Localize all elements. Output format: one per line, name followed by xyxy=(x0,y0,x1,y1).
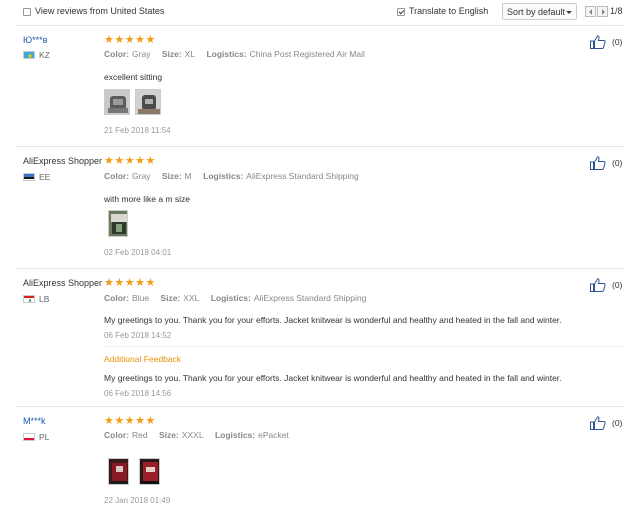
reviewer-name[interactable]: AliExpress Shopper xyxy=(23,156,102,166)
country-code: PL xyxy=(39,432,50,442)
additional-feedback-date: 06 Feb 2018 14:56 xyxy=(104,389,172,398)
review-item: M***k PL ★★★★★ Color: Red Size: XXXL Logis… xyxy=(16,407,624,513)
thumbs-up-icon xyxy=(590,156,606,170)
size-key: Size: xyxy=(160,293,181,303)
chevron-right-icon xyxy=(602,9,605,15)
size-key: Size: xyxy=(161,171,182,181)
prev-page-button[interactable] xyxy=(585,6,596,17)
rating-stars: ★★★★★ xyxy=(104,155,156,167)
review-date: 22 Jan 2018 01:49 xyxy=(104,496,171,505)
view-local-label[interactable]: View reviews from United States xyxy=(35,6,164,16)
logistics-value: AliExpress Standard Shipping xyxy=(246,171,359,181)
estonia-flag-icon xyxy=(23,173,35,181)
logistics-key: Logistics: xyxy=(203,171,244,181)
additional-feedback-text: My greetings to you. Thank you for your … xyxy=(104,373,562,383)
size-key: Size: xyxy=(159,430,179,440)
reviews-toolbar: View reviews from United States Translat… xyxy=(0,0,640,24)
additional-feedback-label: Additional Feedback xyxy=(104,354,182,364)
color-value: Gray xyxy=(132,49,151,59)
order-details: Color: Gray Size: XL Logistics: China Post … xyxy=(104,49,365,59)
color-value: Gray xyxy=(132,171,151,181)
review-item: Ю***в KZ ★★★★★ Color: Gray Size: XL Logist… xyxy=(16,26,624,146)
helpful-button[interactable]: (0) xyxy=(590,416,640,430)
rating-stars: ★★★★★ xyxy=(104,277,156,289)
logistics-key: Logistics: xyxy=(210,293,251,303)
reviewer-name[interactable]: M***k xyxy=(23,416,46,426)
page-indicator: 1/8 xyxy=(610,6,623,16)
helpful-button[interactable]: (0) xyxy=(590,35,640,49)
logistics-value: China Post Registered Air Mail xyxy=(249,49,365,59)
lebanon-flag-icon xyxy=(23,295,35,303)
review-item: AliExpress Shopper EE ★★★★★ Color: Gray S… xyxy=(16,147,624,267)
poland-flag-icon xyxy=(23,433,35,441)
country-code: LB xyxy=(39,294,50,304)
color-value: Blue xyxy=(132,293,150,303)
size-value: M xyxy=(184,171,192,181)
review-photo[interactable] xyxy=(139,458,160,485)
logistics-key: Logistics: xyxy=(214,430,256,440)
order-details: Color: Red Size: XXXL Logistics: ePacket xyxy=(104,430,289,440)
color-key: Color: xyxy=(104,293,130,303)
country-code: EE xyxy=(39,172,51,182)
review-text: with more like a m size xyxy=(104,194,190,204)
size-value: XXXL xyxy=(181,430,204,440)
helpful-button[interactable]: (0) xyxy=(590,278,640,292)
order-details: Color: Gray Size: M Logistics: AliExpress S… xyxy=(104,171,359,181)
reviewer-name[interactable]: Ю***в xyxy=(23,35,47,45)
rating-stars: ★★★★★ xyxy=(104,34,156,46)
helpful-count: (0) xyxy=(612,280,623,290)
country-code: KZ xyxy=(39,50,50,60)
review-photo[interactable] xyxy=(135,89,161,115)
size-key: Size: xyxy=(161,49,182,59)
additional-feedback-divider xyxy=(104,346,624,347)
review-item: AliExpress Shopper LB ★★★★★ Color: Blue S… xyxy=(16,269,624,406)
rating-stars: ★★★★★ xyxy=(104,415,156,427)
view-local-checkbox[interactable] xyxy=(23,8,31,16)
review-photo[interactable] xyxy=(108,458,129,485)
color-key: Color: xyxy=(104,171,130,181)
helpful-count: (0) xyxy=(612,37,623,47)
logistics-key: Logistics: xyxy=(206,49,247,59)
helpful-count: (0) xyxy=(612,418,623,428)
review-text: My greetings to you. Thank you for your … xyxy=(104,315,562,325)
review-photo[interactable] xyxy=(108,210,128,237)
size-value: XL xyxy=(184,49,196,59)
chevron-left-icon xyxy=(589,9,592,15)
thumbs-up-icon xyxy=(590,35,606,49)
order-details: Color: Blue Size: XXL Logistics: AliExpress… xyxy=(104,293,366,303)
reviewer-name[interactable]: AliExpress Shopper xyxy=(23,278,102,288)
review-date: 06 Feb 2018 14:52 xyxy=(104,331,172,340)
review-date: 21 Feb 2018 11:54 xyxy=(104,126,171,135)
sort-label: Sort by default xyxy=(507,7,566,17)
chevron-down-icon xyxy=(566,11,572,14)
translate-label[interactable]: Translate to English xyxy=(409,6,488,16)
next-page-button[interactable] xyxy=(597,6,608,17)
logistics-value: ePacket xyxy=(258,430,289,440)
color-key: Color: xyxy=(104,430,130,440)
sort-dropdown[interactable]: Sort by default xyxy=(502,3,577,20)
review-date: 02 Feb 2018 04:01 xyxy=(104,248,172,257)
helpful-count: (0) xyxy=(612,158,623,168)
thumbs-up-icon xyxy=(590,278,606,292)
review-text: excellent sitting xyxy=(104,72,163,82)
logistics-value: AliExpress Standard Shipping xyxy=(253,293,367,303)
color-key: Color: xyxy=(104,49,130,59)
color-value: Red xyxy=(132,430,148,440)
size-value: XXL xyxy=(183,293,200,303)
review-photo[interactable] xyxy=(104,89,130,115)
kazakhstan-flag-icon xyxy=(23,51,35,59)
thumbs-up-icon xyxy=(590,416,606,430)
helpful-button[interactable]: (0) xyxy=(590,156,640,170)
translate-checkbox[interactable] xyxy=(397,8,405,16)
